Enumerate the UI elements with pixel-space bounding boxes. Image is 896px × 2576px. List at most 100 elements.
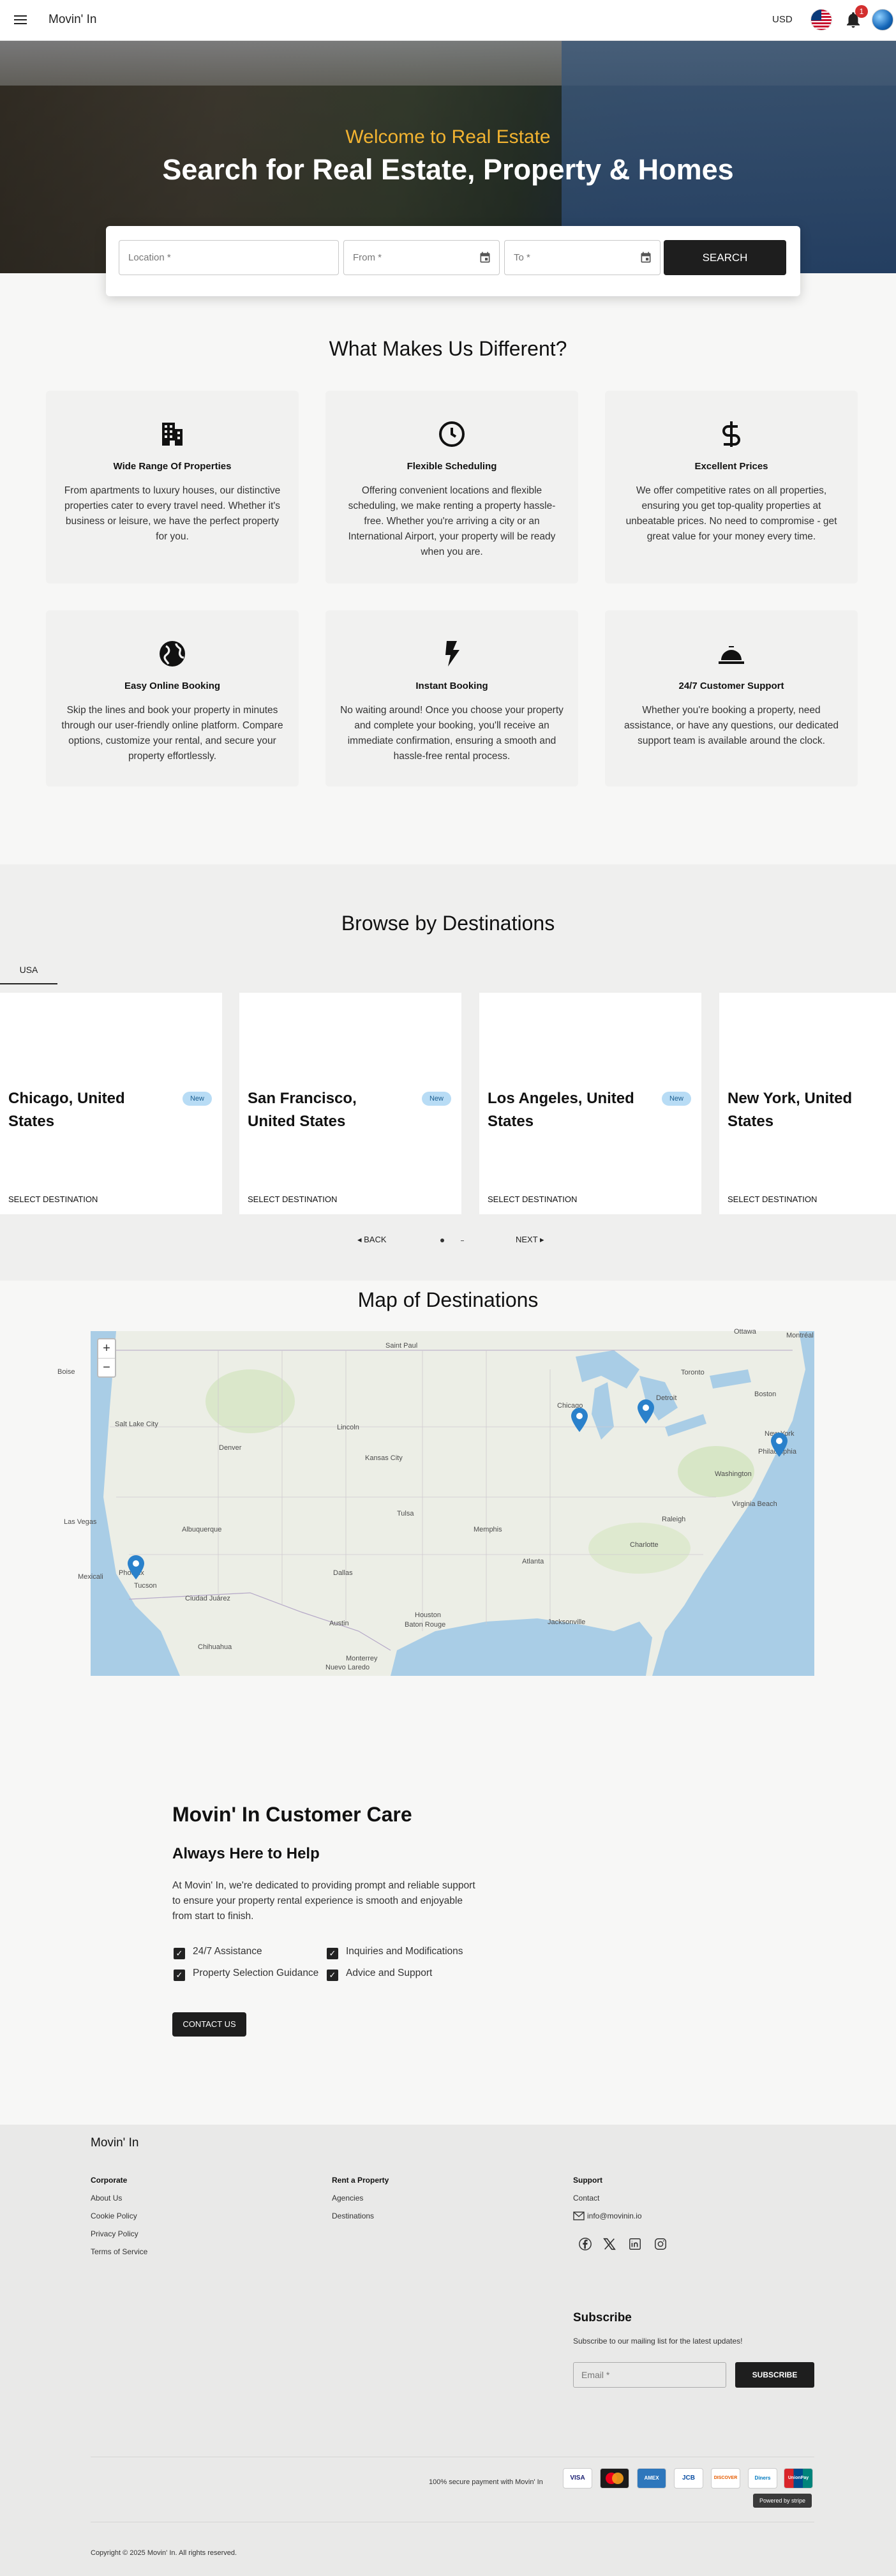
from-date-input[interactable]: From *	[343, 240, 500, 275]
footer-link-terms[interactable]: Terms of Service	[91, 2247, 147, 2256]
clock-icon	[439, 421, 465, 447]
map-city-label: Albuquerque	[182, 1526, 222, 1533]
jcb-logo: JCB	[674, 2468, 703, 2489]
avatar[interactable]	[872, 9, 893, 31]
to-placeholder: To *	[514, 252, 530, 263]
map-city-label: Tucson	[134, 1582, 157, 1590]
brand-logo[interactable]: Movin' In	[49, 13, 96, 27]
calendar-icon[interactable]	[639, 251, 652, 264]
menu-icon[interactable]	[13, 13, 28, 28]
next-button[interactable]: NEXT ▸	[516, 1235, 544, 1245]
contact-us-button[interactable]: CONTACT US	[172, 2012, 246, 2037]
stripe-badge: Powered by stripe	[753, 2494, 812, 2508]
facebook-icon[interactable]	[578, 2237, 592, 2251]
search-button[interactable]: SEARCH	[664, 240, 786, 275]
destination-card[interactable]: San Francisco, United States New SELECT …	[239, 993, 461, 1214]
calendar-icon[interactable]	[479, 251, 491, 264]
footer-link-privacy[interactable]: Privacy Policy	[91, 2229, 138, 2238]
map-city-label: Memphis	[474, 1526, 502, 1533]
mastercard-logo	[600, 2468, 629, 2489]
map-title: Map of Destinations	[357, 1288, 539, 1311]
select-destination-button[interactable]: SELECT DESTINATION	[728, 1194, 817, 1204]
feature-title: Excellent Prices	[694, 461, 768, 472]
destination-name: Chicago, United States	[8, 1090, 125, 1130]
bolt-icon	[445, 641, 459, 667]
footer-link-about[interactable]: About Us	[91, 2194, 122, 2203]
map-city-label: Mexicali	[78, 1573, 103, 1581]
destinations-map[interactable]	[91, 1331, 814, 1676]
footer-link-agencies[interactable]: Agencies	[332, 2194, 363, 2203]
feature-text: No waiting around! Once you choose your …	[340, 705, 564, 762]
pager-dot-active[interactable]	[440, 1239, 444, 1242]
footer-link-destinations[interactable]: Destinations	[332, 2211, 374, 2220]
notification-badge: 1	[855, 5, 868, 18]
linkedin-icon[interactable]	[628, 2237, 642, 2251]
map-marker-icon[interactable]	[128, 1555, 144, 1579]
new-badge: New	[662, 1092, 691, 1106]
back-button[interactable]: ◂ BACK	[357, 1235, 387, 1245]
footer-email-text: info@movinin.io	[587, 2211, 642, 2220]
feature-card: Wide Range Of Properties From apartments…	[46, 391, 299, 584]
new-badge: New	[422, 1092, 451, 1106]
dollar-icon	[722, 421, 740, 447]
copyright: Copyright © 2025 Movin' In. All rights r…	[91, 2549, 237, 2557]
subscribe-email-input[interactable]: Email *	[573, 2362, 726, 2388]
destination-card[interactable]: Chicago, United States New SELECT DESTIN…	[0, 993, 222, 1214]
footer-heading-rent: Rent a Property	[332, 2176, 389, 2185]
care-text: At Movin' In, we're dedicated to providi…	[172, 1880, 475, 1922]
footer-heading-corporate: Corporate	[91, 2176, 128, 2185]
select-destination-button[interactable]: SELECT DESTINATION	[8, 1194, 98, 1204]
visa-logo: VISA	[563, 2468, 592, 2489]
footer-link-cookie[interactable]: Cookie Policy	[91, 2211, 137, 2220]
pager-dot[interactable]	[461, 1240, 464, 1241]
check-label: Property Selection Guidance	[193, 1968, 319, 1978]
feature-text: Whether you're booking a property, need …	[623, 705, 839, 746]
footer-link-contact[interactable]: Contact	[573, 2194, 599, 2203]
check-label: 24/7 Assistance	[193, 1946, 262, 1957]
instagram-icon[interactable]	[653, 2237, 668, 2251]
globe-icon	[160, 641, 185, 667]
location-input[interactable]: Location *	[119, 240, 339, 275]
map-marker-icon[interactable]	[638, 1399, 654, 1424]
email-placeholder: Email *	[581, 2370, 610, 2380]
check-label: Advice and Support	[346, 1968, 433, 1978]
map-city-label: Dallas	[333, 1569, 353, 1577]
currency-selector[interactable]: USD	[772, 14, 793, 25]
care-subtitle: Always Here to Help	[172, 1845, 320, 1862]
feature-title: Easy Online Booking	[124, 681, 221, 691]
zoom-out-button[interactable]: −	[98, 1358, 115, 1376]
subscribe-button[interactable]: SUBSCRIBE	[735, 2362, 814, 2388]
amex-logo: AMEX	[637, 2468, 666, 2489]
tab-usa[interactable]: USA	[0, 958, 57, 984]
check-item: ✓ Advice and Support	[327, 1968, 432, 1981]
map-marker-icon[interactable]	[771, 1433, 788, 1457]
feature-title: Wide Range Of Properties	[113, 461, 232, 472]
select-destination-button[interactable]: SELECT DESTINATION	[248, 1194, 337, 1204]
building-icon	[162, 423, 183, 446]
destination-card[interactable]: New York, United States SELECT DESTINATI…	[719, 993, 896, 1214]
feature-card: Excellent Prices We offer competitive ra…	[605, 391, 858, 584]
x-icon[interactable]	[602, 2237, 616, 2251]
footer-heading-support: Support	[573, 2176, 602, 2185]
zoom-in-button[interactable]: +	[98, 1339, 115, 1358]
map-city-label: Virginia Beach	[732, 1500, 777, 1508]
to-date-input[interactable]: To *	[504, 240, 661, 275]
destination-card[interactable]: Los Angeles, United States New SELECT DE…	[479, 993, 701, 1214]
map-city-label: Detroit	[656, 1394, 677, 1402]
footer-email[interactable]: info@movinin.io	[573, 2211, 642, 2220]
from-placeholder: From *	[353, 252, 382, 263]
map-city-label: Austin	[329, 1620, 349, 1627]
map-city-label: Lincoln	[337, 1424, 359, 1431]
us-flag-icon[interactable]	[810, 9, 832, 31]
feature-text: Offering convenient locations and flexib…	[348, 485, 556, 557]
feature-title: 24/7 Customer Support	[678, 681, 784, 691]
footer-brand[interactable]: Movin' In	[91, 2136, 138, 2150]
chevron-right-icon: ▸	[537, 1235, 544, 1244]
feature-card: Instant Booking No waiting around! Once …	[325, 610, 578, 787]
select-destination-button[interactable]: SELECT DESTINATION	[488, 1194, 577, 1204]
discover-logo: DISCOVER	[711, 2468, 740, 2489]
map-city-label: Atlanta	[522, 1558, 544, 1565]
map-marker-icon[interactable]	[571, 1408, 588, 1432]
chevron-left-icon: ◂	[357, 1235, 364, 1244]
checkbox-icon: ✓	[174, 1948, 185, 1959]
